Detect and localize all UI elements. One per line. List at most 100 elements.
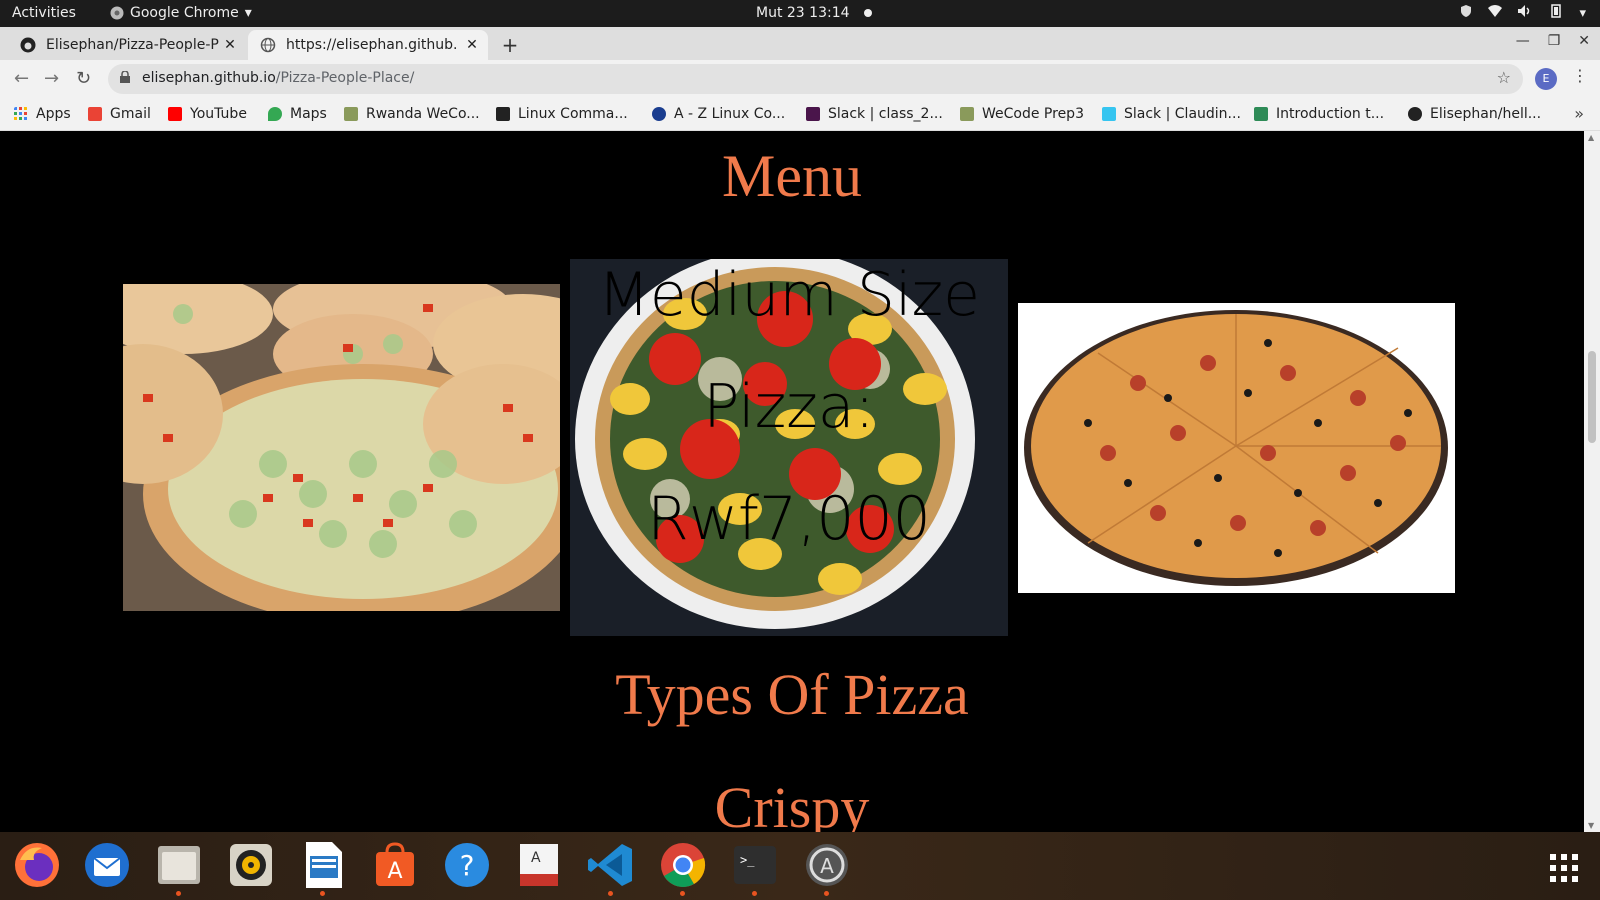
rhythmbox-icon[interactable] bbox=[226, 840, 276, 890]
bookmark-item[interactable]: Linux Comma... bbox=[496, 106, 628, 122]
youtube-icon bbox=[168, 107, 182, 121]
svg-text:A: A bbox=[531, 850, 541, 866]
close-window-icon[interactable]: ✕ bbox=[1578, 33, 1590, 49]
overlay-line: Pizza: bbox=[703, 372, 875, 442]
show-applications-icon[interactable] bbox=[1548, 852, 1580, 884]
power-menu-caret-icon: ▾ bbox=[1579, 5, 1586, 21]
pizza-image-zucchini bbox=[123, 284, 560, 611]
help-icon[interactable]: ? bbox=[442, 840, 492, 890]
url-domain: elisephan.github.io bbox=[142, 70, 276, 86]
bookmark-item[interactable]: Slack | class_2... bbox=[806, 106, 943, 122]
updater-icon[interactable]: A bbox=[802, 840, 852, 896]
github-icon bbox=[1408, 107, 1422, 121]
profile-avatar[interactable]: E bbox=[1535, 68, 1557, 90]
bookmarks-bar: Apps Gmail YouTube Maps Rwanda WeCo... L… bbox=[0, 98, 1600, 131]
bookmark-label: Apps bbox=[36, 106, 71, 122]
web-page: Menu Medium Size Pizza: Rwf7,000 Types O… bbox=[0, 131, 1584, 832]
scroll-up-icon[interactable]: ▲ bbox=[1588, 133, 1594, 142]
back-arrow-icon[interactable]: ← bbox=[14, 68, 29, 89]
bookmark-item[interactable]: Maps bbox=[268, 106, 327, 122]
bookmark-item[interactable]: YouTube bbox=[168, 106, 247, 122]
close-tab-icon[interactable]: ✕ bbox=[220, 37, 240, 53]
bookmark-label: Slack | class_2... bbox=[828, 106, 943, 122]
restore-icon[interactable]: ❐ bbox=[1548, 33, 1561, 49]
clock-text: Mut 23 13:14 bbox=[756, 5, 850, 21]
firefox-icon[interactable] bbox=[12, 840, 62, 890]
info-icon bbox=[652, 107, 666, 121]
wecode-icon bbox=[960, 107, 974, 121]
more-menu-icon[interactable]: ⋮ bbox=[1572, 66, 1588, 85]
app-name: Google Chrome bbox=[130, 5, 239, 21]
running-indicator bbox=[608, 891, 613, 896]
bookmark-label: WeCode Prep3 bbox=[982, 106, 1084, 122]
writer-icon[interactable] bbox=[298, 840, 348, 896]
bookmark-item[interactable]: WeCode Prep3 bbox=[960, 106, 1084, 122]
bookmark-item[interactable]: Slack | Claudin... bbox=[1102, 106, 1241, 122]
bookmark-label: Maps bbox=[290, 106, 327, 122]
forward-arrow-icon[interactable]: → bbox=[44, 68, 59, 89]
svg-text:>_: >_ bbox=[740, 853, 755, 867]
overlay-line: Rwf7,000 bbox=[647, 484, 931, 554]
svg-text:?: ? bbox=[460, 849, 475, 882]
system-tray[interactable]: ▾ bbox=[1459, 4, 1586, 22]
wecode-icon bbox=[344, 107, 358, 121]
activities-button[interactable]: Activities bbox=[12, 5, 76, 21]
thunderbird-icon[interactable] bbox=[82, 840, 132, 890]
address-bar[interactable]: elisephan.github.io/Pizza-People-Place/ … bbox=[108, 64, 1523, 94]
bookmark-item[interactable]: A - Z Linux Co... bbox=[652, 106, 785, 122]
document-viewer-icon[interactable]: A bbox=[514, 840, 564, 890]
shield-icon bbox=[1459, 4, 1473, 22]
terminal-icon[interactable]: >_ bbox=[730, 840, 780, 896]
dock: A ? A >_ A bbox=[0, 832, 1600, 900]
vscode-icon[interactable] bbox=[586, 840, 636, 896]
software-icon[interactable]: A bbox=[370, 840, 420, 890]
slack-icon bbox=[1102, 107, 1116, 121]
slack-icon bbox=[806, 107, 820, 121]
bookmark-label: A - Z Linux Co... bbox=[674, 106, 786, 122]
running-indicator bbox=[176, 891, 181, 896]
files-icon[interactable] bbox=[154, 840, 204, 896]
running-indicator bbox=[752, 891, 757, 896]
browser-toolbar: ← → ↻ elisephan.github.io/Pizza-People-P… bbox=[0, 60, 1600, 98]
bookmark-star-icon[interactable]: ☆ bbox=[1497, 68, 1511, 87]
new-tab-button[interactable]: + bbox=[497, 33, 523, 59]
crispy-heading: Crispy bbox=[714, 775, 870, 832]
running-indicator bbox=[680, 891, 685, 896]
bookmark-item[interactable]: Introduction t... bbox=[1254, 106, 1384, 122]
bookmark-item[interactable]: Apps bbox=[14, 106, 71, 122]
maps-pin-icon bbox=[268, 107, 282, 121]
tab-title: Elisephan/Pizza-People-P bbox=[46, 37, 219, 53]
bookmark-label: Linux Comma... bbox=[518, 106, 628, 122]
w3-icon bbox=[1254, 107, 1268, 121]
chevron-right-icon[interactable]: » bbox=[1574, 104, 1584, 123]
scrollbar-thumb[interactable] bbox=[1588, 351, 1596, 443]
minimize-icon[interactable]: — bbox=[1516, 33, 1530, 49]
bookmark-label: Elisephan/hell... bbox=[1430, 106, 1542, 122]
bookmark-label: Gmail bbox=[110, 106, 151, 122]
scroll-down-icon[interactable]: ▼ bbox=[1588, 821, 1594, 830]
bookmark-item[interactable]: Gmail bbox=[88, 106, 151, 122]
menu-heading: Menu bbox=[722, 143, 862, 209]
clock[interactable]: Mut 23 13:14 bbox=[756, 5, 872, 21]
reload-icon[interactable]: ↻ bbox=[76, 68, 91, 89]
linux-command-icon bbox=[496, 107, 510, 121]
app-menu[interactable]: Google Chrome ▾ bbox=[110, 5, 252, 21]
tab-title: https://elisephan.github. bbox=[286, 37, 458, 53]
tab-github[interactable]: Elisephan/Pizza-People-P ✕ bbox=[8, 30, 246, 60]
bookmark-item[interactable]: Rwanda WeCo... bbox=[344, 106, 480, 122]
bookmark-label: Introduction t... bbox=[1276, 106, 1385, 122]
bookmark-item[interactable]: Elisephan/hell... bbox=[1408, 106, 1541, 122]
overlay-line: Medium Size bbox=[597, 260, 981, 330]
tab-active-site[interactable]: https://elisephan.github. ✕ bbox=[248, 30, 488, 60]
wifi-icon bbox=[1487, 4, 1503, 22]
chrome-icon[interactable] bbox=[658, 840, 708, 896]
gmail-icon bbox=[88, 107, 102, 121]
volume-icon bbox=[1517, 4, 1533, 22]
close-tab-icon[interactable]: ✕ bbox=[462, 37, 482, 53]
bookmark-label: Slack | Claudin... bbox=[1124, 106, 1241, 122]
github-icon bbox=[20, 37, 36, 53]
url-text: elisephan.github.io/Pizza-People-Place/ bbox=[142, 70, 414, 86]
system-top-bar: Activities Google Chrome ▾ Mut 23 13:14 … bbox=[0, 0, 1600, 27]
running-indicator bbox=[824, 891, 829, 896]
page-scrollbar[interactable]: ▲ ▼ bbox=[1584, 131, 1600, 832]
